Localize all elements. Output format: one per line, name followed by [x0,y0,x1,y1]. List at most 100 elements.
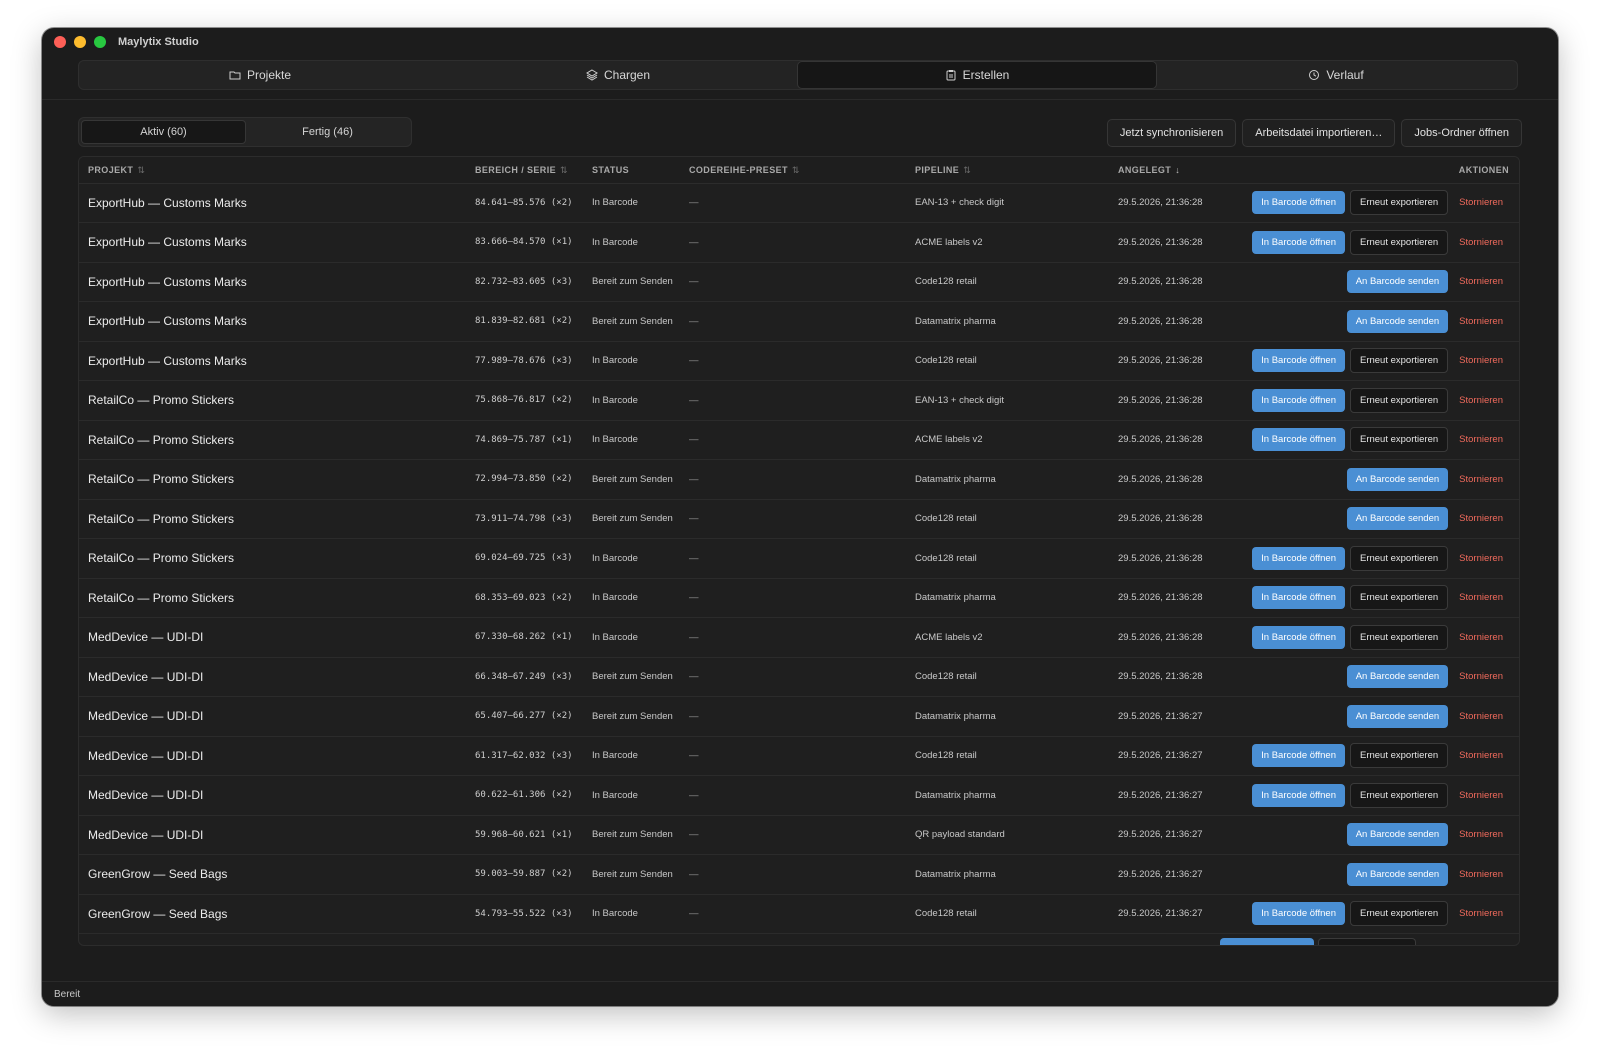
header-project[interactable]: PROJEKT ⇅ [88,157,145,183]
close-window-button[interactable] [54,36,66,48]
send-to-barcode-button[interactable]: An Barcode senden [1346,309,1449,333]
reexport-button[interactable]: Erneut exportieren [1349,901,1449,926]
cancel-job-button[interactable]: Stornieren [1453,310,1509,333]
open-in-barcode-button[interactable]: In Barcode öffnen [1252,191,1345,214]
cancel-job-button[interactable]: Stornieren [1453,744,1509,767]
sort-icon: ⇅ [791,164,800,175]
reexport-button[interactable]: Erneut exportieren [1349,782,1449,808]
pipeline-name: Code128 retail [915,552,977,564]
open-in-barcode-button[interactable]: In Barcode öffnen [1252,783,1345,807]
header-range[interactable]: BEREICH / SERIE ⇅ [475,157,568,183]
created-date: 29.5.2026, 21:36:27 [1118,829,1203,840]
tab-verlauf[interactable]: Verlauf [1157,62,1515,88]
filter-aktiv[interactable]: Aktiv (60) [81,120,246,144]
table-row: MedDevice — UDI-DI 60.622–61.306 (×2) In B… [79,776,1519,816]
code-preset: — [689,236,699,248]
open-in-barcode-button[interactable]: In Barcode öffnen [1252,230,1345,254]
cancel-job-button[interactable]: Stornieren [1453,468,1509,491]
open-in-barcode-button[interactable]: In Barcode öffnen [1252,388,1345,412]
import-button[interactable]: Arbeitsdatei importieren… [1242,119,1396,147]
project-name: GreenGrow — Seed Bags [88,867,228,881]
project-name: ExportHub — Customs Marks [88,314,247,328]
cancel-job-button[interactable]: Stornieren [1453,626,1509,649]
range-series: 81.839–82.681 (×2) [475,316,573,326]
range-series: 83.666–84.570 (×1) [475,237,573,247]
pipeline-name: EAN-13 + check digit [915,197,1004,208]
open-in-barcode-button[interactable]: In Barcode öffnen [1252,902,1345,925]
cancel-job-button[interactable]: Stornieren [1453,784,1509,807]
sort-icon: ⇅ [963,164,972,175]
send-to-barcode-button[interactable]: An Barcode senden [1346,862,1449,886]
cancel-job-button[interactable]: Stornieren [1453,823,1509,846]
zoom-window-button[interactable] [94,36,106,48]
minimize-window-button[interactable] [74,36,86,48]
job-status: In Barcode [592,552,638,564]
reexport-button[interactable]: Erneut exportieren [1349,743,1449,768]
reexport-button[interactable]: Erneut exportieren [1349,624,1449,650]
cancel-job-button[interactable]: Stornieren [1453,231,1509,254]
reexport-button[interactable]: Erneut exportieren [1349,585,1449,610]
open-in-barcode-button[interactable]: In Barcode öffnen [1252,428,1345,451]
range-series: 54.793–55.522 (×3) [475,908,573,919]
tab-chargen[interactable]: Chargen [439,62,797,88]
pipeline-name: Datamatrix pharma [915,315,996,327]
project-name: RetailCo — Promo Stickers [88,393,235,407]
code-preset: — [689,197,699,208]
send-to-barcode-button[interactable]: An Barcode senden [1346,467,1449,491]
open-in-barcode-button[interactable]: In Barcode öffnen [1252,546,1345,570]
cancel-job-button[interactable]: Stornieren [1453,349,1509,372]
tab-projekte[interactable]: Projekte [81,62,439,88]
reexport-button[interactable] [1318,938,1416,945]
cancel-job-button[interactable]: Stornieren [1453,863,1509,886]
cancel-job-button[interactable]: Stornieren [1453,705,1509,728]
cancel-job-button[interactable]: Stornieren [1453,902,1509,925]
open-in-barcode-button[interactable] [1220,938,1314,945]
reexport-button[interactable]: Erneut exportieren [1349,229,1449,255]
cancel-job-button[interactable]: Stornieren [1453,270,1509,293]
reexport-button[interactable]: Erneut exportieren [1349,387,1449,413]
reexport-button[interactable]: Erneut exportieren [1349,348,1449,373]
job-status: In Barcode [592,789,638,801]
header-preset[interactable]: CODEREIHE-PRESET ⇅ [689,157,800,183]
send-to-barcode-button[interactable]: An Barcode senden [1346,704,1449,728]
pipeline-name: QR payload standard [915,829,1005,840]
cancel-job-button[interactable]: Stornieren [1453,586,1509,609]
send-to-barcode-button[interactable]: An Barcode senden [1346,507,1449,530]
reexport-button[interactable]: Erneut exportieren [1349,190,1449,215]
cancel-job-button[interactable]: Stornieren [1453,428,1509,451]
cancel-job-button[interactable]: Stornieren [1453,191,1509,214]
header-label: AKTIONEN [1458,165,1509,175]
range-series: 65.407–66.277 (×2) [475,711,573,721]
status-text: Bereit [54,988,81,1000]
open-jobs-folder-button[interactable]: Jobs-Ordner öffnen [1401,119,1522,147]
job-status: Bereit zum Senden [592,710,673,722]
project-name: RetailCo — Promo Stickers [88,590,235,605]
send-to-barcode-button[interactable]: An Barcode senden [1346,823,1449,846]
cancel-job-button[interactable]: Stornieren [1453,665,1509,688]
header-pipeline[interactable]: PIPELINE ⇅ [915,157,971,183]
reexport-button[interactable]: Erneut exportieren [1349,545,1449,571]
row-actions: In Barcode öffnen Erneut exportieren Storn… [1252,420,1509,459]
cancel-job-button[interactable]: Stornieren [1453,507,1509,530]
open-in-barcode-button[interactable]: In Barcode öffnen [1252,625,1345,649]
send-to-barcode-button[interactable]: An Barcode senden [1346,665,1449,688]
filter-fertig[interactable]: Fertig (46) [246,120,409,144]
send-to-barcode-button[interactable]: An Barcode senden [1346,270,1449,293]
header-status: STATUS [592,157,629,183]
reexport-button[interactable]: Erneut exportieren [1349,427,1449,452]
row-actions: An Barcode senden Stornieren [1346,302,1509,341]
pipeline-name: ACME labels v2 [915,236,983,248]
open-in-barcode-button[interactable]: In Barcode öffnen [1252,744,1345,767]
history-icon [1309,70,1320,80]
cancel-job-button[interactable]: Stornieren [1453,389,1509,412]
tab-erstellen[interactable]: Erstellen [797,61,1157,89]
created-date: 29.5.2026, 21:36:28 [1118,513,1203,524]
range-series: 73.911–74.798 (×3) [475,513,573,524]
open-in-barcode-button[interactable]: In Barcode öffnen [1252,586,1345,609]
table-row: ExportHub — Customs Marks 84.641–85.576 (… [79,183,1519,223]
open-in-barcode-button[interactable]: In Barcode öffnen [1252,349,1345,372]
header-created[interactable]: ANGELEGT ↓ [1118,157,1180,183]
sync-button[interactable]: Jetzt synchronisieren [1106,119,1237,147]
row-actions: In Barcode öffnen Erneut exportieren Storn… [1252,578,1509,617]
cancel-job-button[interactable]: Stornieren [1453,547,1509,570]
